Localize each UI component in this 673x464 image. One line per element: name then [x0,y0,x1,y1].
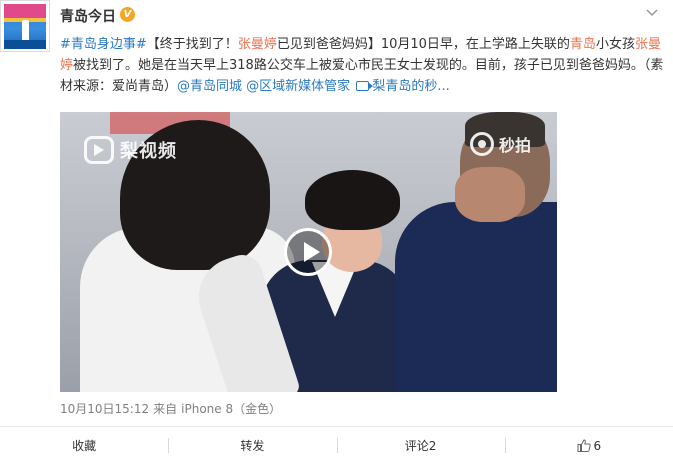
from-label: 来自 [153,402,178,416]
repost-button[interactable]: 转发 [168,427,336,464]
mention-link[interactable]: @区域新媒体管家 [246,79,350,94]
post-time[interactable]: 10月10日15:12 [60,402,149,416]
miaopai-logo-icon [469,132,494,156]
keyword-link[interactable]: 青岛 [570,37,596,52]
verified-icon: V [120,7,135,22]
mention-link[interactable]: @青岛同城 [177,79,242,94]
thumbs-up-icon [577,439,591,452]
pear-video-logo-icon [84,136,114,164]
action-bar: 收藏 转发 评论2 6 [0,427,673,464]
like-button[interactable]: 6 [504,427,673,464]
video-player[interactable]: 梨视频 秒拍 [60,112,557,392]
post-meta: 10月10日15:12 来自 iPhone 8（金色） [60,400,285,417]
text-segment: 小女孩 [595,37,635,52]
avatar-logo [4,4,46,49]
play-icon[interactable] [284,228,332,276]
pear-video-watermark: 梨视频 [84,136,177,164]
chevron-down-icon[interactable] [645,6,659,20]
video-link[interactable]: 梨青岛的秒... [372,79,449,94]
hashtag-link[interactable]: #青岛身边事# [60,37,147,52]
like-count: 6 [593,438,602,453]
text-segment: 已见到爸爸妈妈】10月10日早，在上学路上失联的 [276,37,570,52]
text-segment: 【终于找到了！ [146,37,238,52]
collect-button[interactable]: 收藏 [0,427,168,464]
author-name[interactable]: 青岛今日 [60,6,116,26]
author-avatar[interactable] [0,0,50,52]
comment-button[interactable]: 评论2 [336,427,505,464]
keyword-link[interactable]: 张曼婷 [238,37,277,52]
video-icon [356,81,374,91]
miaopai-watermark: 秒拍 [469,132,531,156]
post-text: #青岛身边事#【终于找到了！张曼婷已见到爸爸妈妈】10月10日早，在上学路上失联… [60,34,664,97]
post-device: iPhone 8（金色） [181,402,282,416]
